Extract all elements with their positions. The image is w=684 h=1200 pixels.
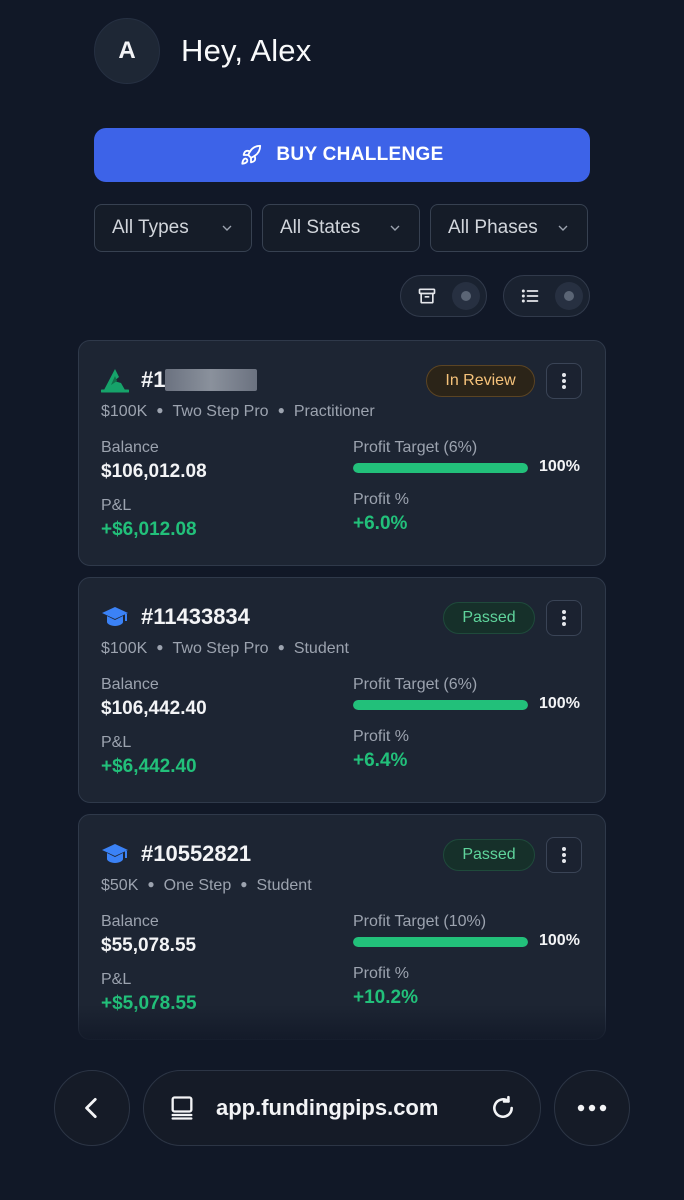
greeting: Hey, Alex [181, 33, 312, 68]
address-bar[interactable]: app.fundingpips.com [143, 1070, 541, 1146]
pnl-label: P&L [101, 971, 132, 988]
buy-challenge-label: BUY CHALLENGE [276, 144, 444, 165]
filter-bar: All Types All States All Phases [94, 204, 588, 252]
account-level: Student [293, 640, 349, 657]
list-icon [521, 289, 539, 303]
filter-types-label: All Types [112, 217, 189, 238]
account-meta: $50K ● One Step ● Student [101, 877, 312, 894]
header: A Hey, Alex [94, 18, 311, 84]
profit-target-percent: 100% [539, 695, 580, 712]
chevron-down-icon [222, 225, 232, 231]
profit-percent-value: +10.2% [353, 987, 418, 1008]
chevron-down-icon [390, 225, 400, 231]
pnl-label: P&L [101, 734, 132, 751]
filter-phases-label: All Phases [448, 217, 538, 238]
more-vertical-icon [562, 373, 566, 389]
pnl-value: +$6,442.40 [101, 756, 197, 777]
account-card[interactable]: #10552821 $50K ● One Step ● Student Passed B… [78, 814, 606, 1040]
card-title: #11433834 [101, 604, 250, 630]
archive-toggle[interactable] [400, 275, 487, 317]
account-level: Practitioner [293, 403, 375, 420]
filter-states-select[interactable]: All States [262, 204, 420, 252]
balance-value: $106,012.08 [101, 461, 207, 482]
account-card[interactable]: #11433834 $100K ● Two Step Pro ● Student Pas… [78, 577, 606, 803]
avatar[interactable]: A [94, 18, 160, 84]
redacted-id [165, 369, 258, 391]
list-view-toggle[interactable] [503, 275, 590, 317]
page: A Hey, Alex BUY CHALLENGE All Types All … [0, 0, 684, 1200]
page-settings-icon [171, 1096, 193, 1120]
card-menu-button[interactable] [546, 837, 582, 873]
account-program: Two Step Pro [172, 403, 269, 420]
rocket-icon [241, 144, 262, 165]
balance-label: Balance [101, 439, 159, 456]
profit-target-bar [353, 937, 528, 947]
status-badge: Passed [443, 602, 535, 634]
graduation-cap-icon [102, 607, 128, 626]
card-menu-button[interactable] [546, 600, 582, 636]
profit-target-label: Profit Target (6%) [353, 676, 478, 693]
account-program: One Step [163, 877, 232, 894]
graduation-cap-icon [102, 844, 128, 863]
account-card[interactable]: #1 $100K ● Two Step Pro ● Practitioner In Re… [78, 340, 606, 566]
balance-label: Balance [101, 913, 159, 930]
archive-toggle-knob [452, 282, 480, 310]
account-size: $100K [101, 640, 148, 657]
balance-label: Balance [101, 676, 159, 693]
profit-percent-value: +6.0% [353, 513, 408, 534]
account-level: Student [256, 877, 312, 894]
profit-percent-label: Profit % [353, 728, 410, 745]
account-id: #10552821 [141, 841, 252, 866]
pnl-value: +$6,012.08 [101, 519, 197, 540]
card-menu-button[interactable] [546, 363, 582, 399]
more-options-button[interactable] [554, 1070, 630, 1146]
list-view-toggle-knob [555, 282, 583, 310]
status-badge: Passed [443, 839, 535, 871]
more-horizontal-icon [577, 1104, 607, 1112]
balance-value: $55,078.55 [101, 935, 197, 956]
profit-target-bar [353, 463, 528, 473]
url-text: app.fundingpips.com [216, 1095, 439, 1120]
card-title: #1 [101, 367, 258, 393]
balance-value: $106,442.40 [101, 698, 207, 719]
account-meta: $100K ● Two Step Pro ● Student [101, 640, 349, 657]
account-id: #1 [141, 367, 166, 392]
wizard-hat-icon [101, 369, 129, 393]
back-button[interactable] [54, 1070, 130, 1146]
profit-percent-value: +6.4% [353, 750, 408, 771]
profit-target-percent: 100% [539, 458, 580, 475]
chevron-left-icon [85, 1097, 97, 1119]
pnl-label: P&L [101, 497, 132, 514]
account-size: $50K [101, 877, 139, 894]
profit-percent-label: Profit % [353, 491, 410, 508]
chevron-down-icon [558, 225, 568, 231]
account-meta: $100K ● Two Step Pro ● Practitioner [101, 403, 375, 420]
archive-icon [418, 288, 436, 304]
filter-types-select[interactable]: All Types [94, 204, 252, 252]
account-size: $100K [101, 403, 148, 420]
pnl-value: +$5,078.55 [101, 993, 197, 1014]
filter-states-label: All States [280, 217, 361, 238]
more-vertical-icon [562, 847, 566, 863]
profit-target-label: Profit Target (6%) [353, 439, 478, 456]
card-title: #10552821 [101, 841, 251, 867]
buy-challenge-button[interactable]: BUY CHALLENGE [94, 128, 590, 182]
more-vertical-icon [562, 610, 566, 626]
status-badge: In Review [426, 365, 535, 397]
profit-target-bar [353, 700, 528, 710]
account-id: #11433834 [141, 604, 250, 629]
profit-target-percent: 100% [539, 932, 580, 949]
account-program: Two Step Pro [172, 640, 269, 657]
profit-target-label: Profit Target (10%) [353, 913, 487, 930]
profit-percent-label: Profit % [353, 965, 410, 982]
filter-phases-select[interactable]: All Phases [430, 204, 588, 252]
reload-icon[interactable] [490, 1095, 516, 1121]
